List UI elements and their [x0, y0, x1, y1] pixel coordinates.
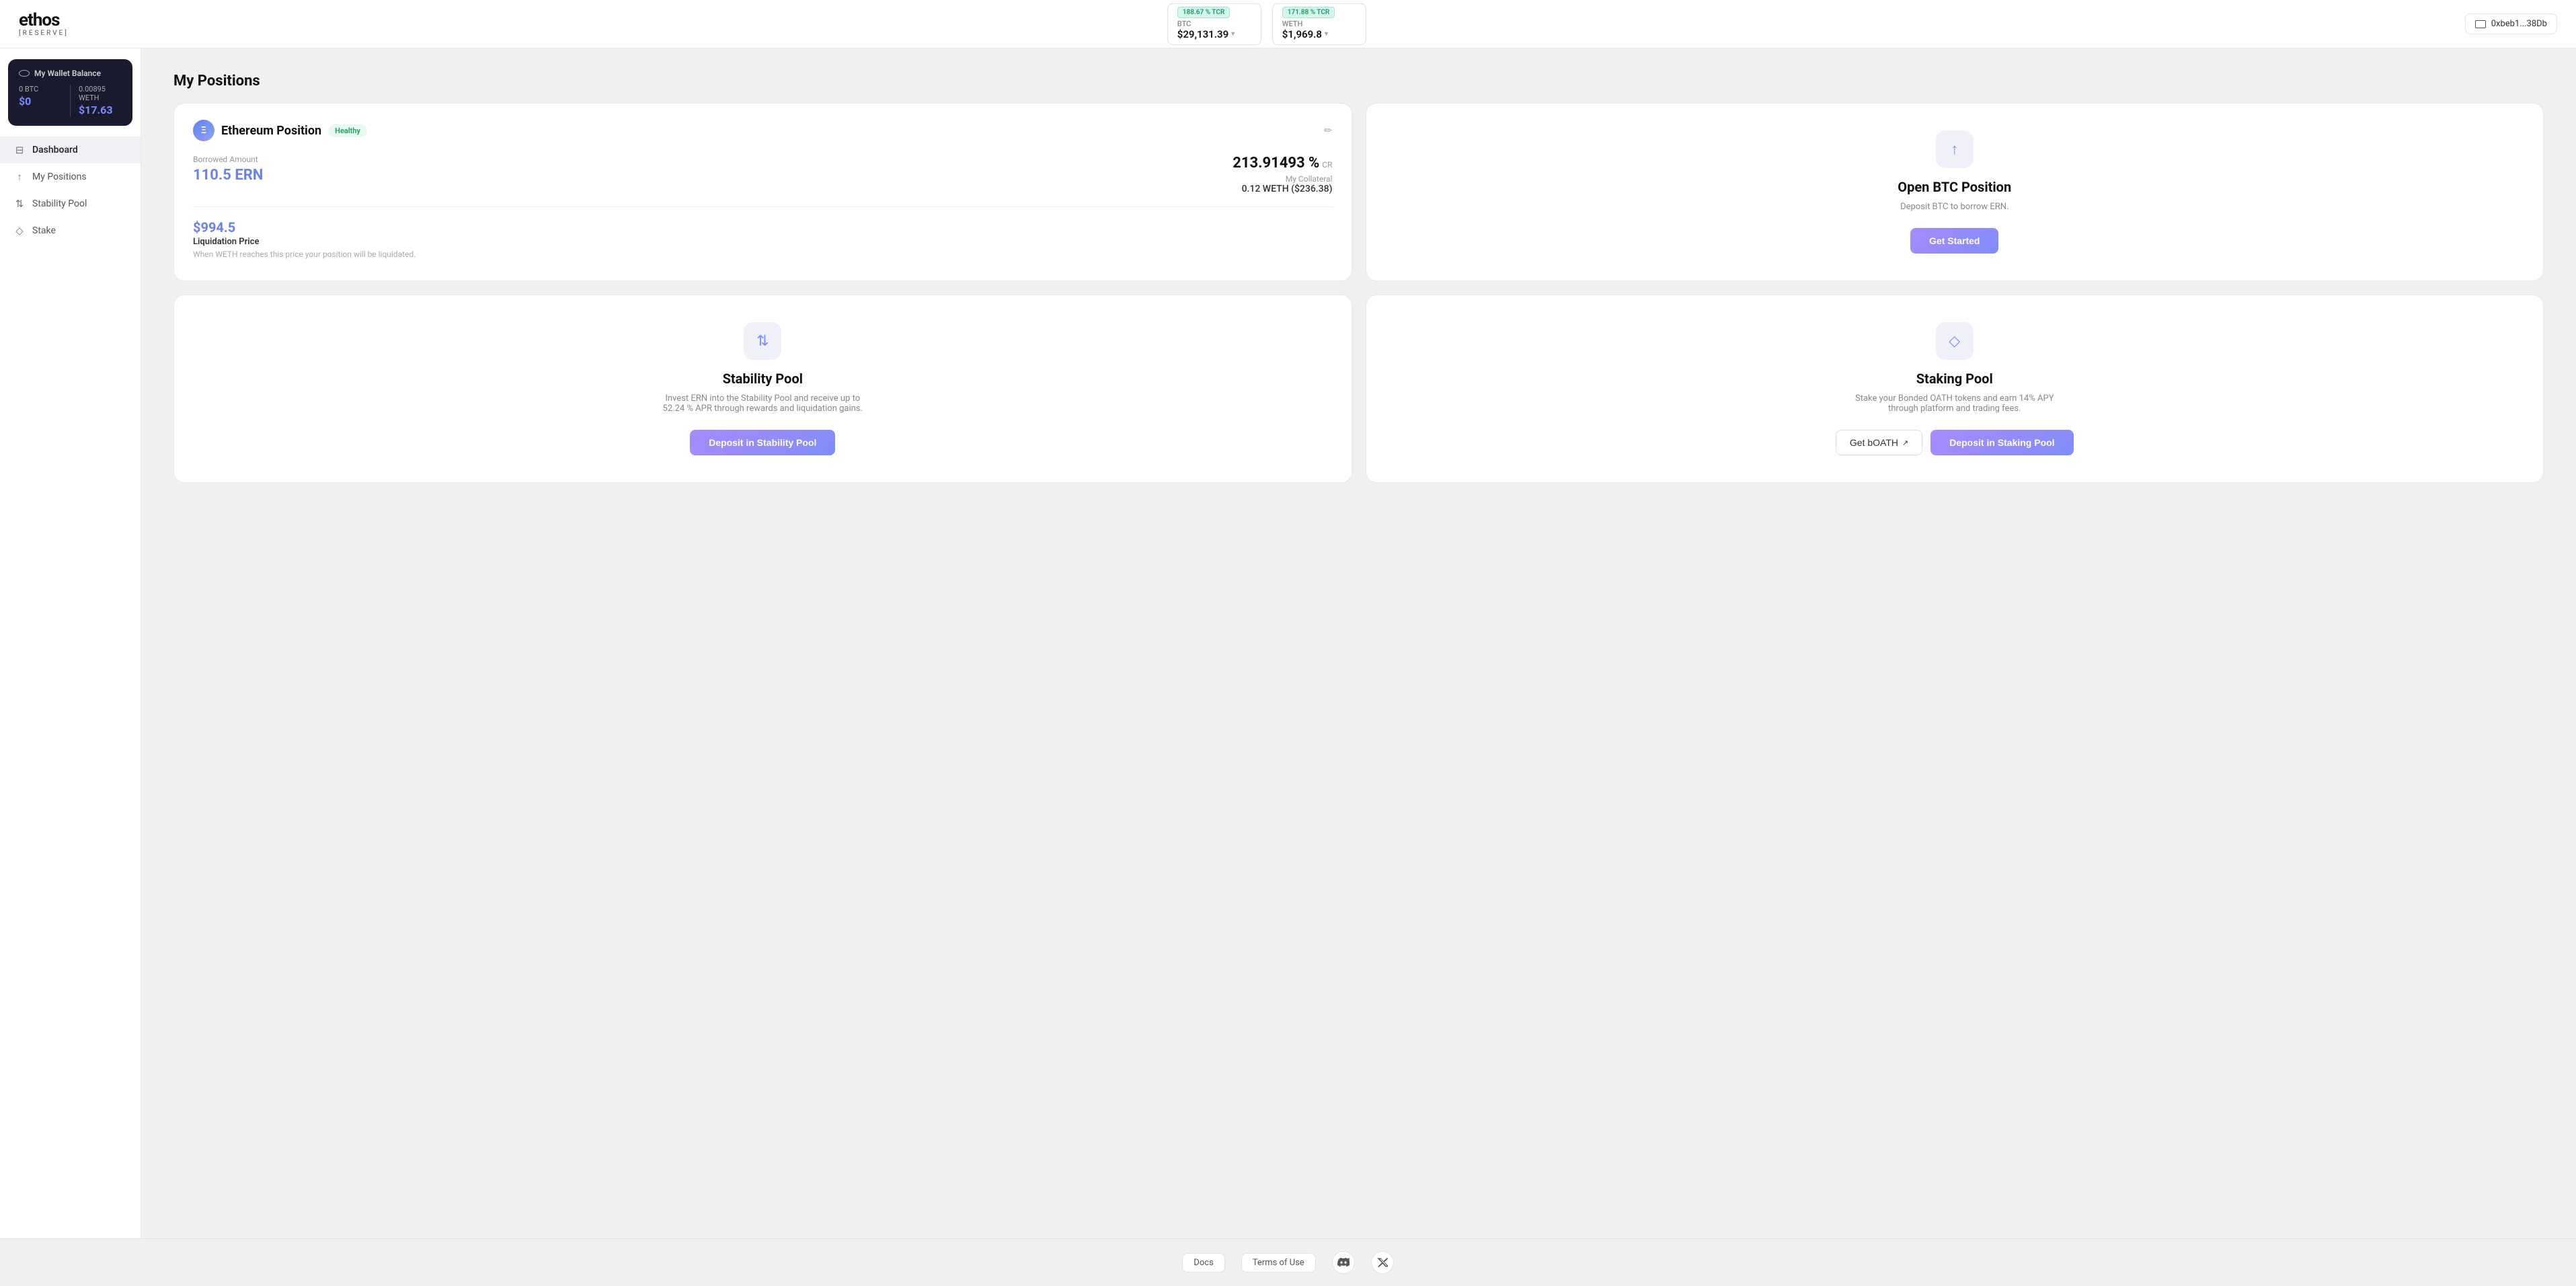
stability-pool-icon: ⇅ [13, 198, 26, 210]
collateral-value: 0.12 WETH ($236.38) [763, 184, 1332, 194]
btc-price-card[interactable]: 188.67 % TCR BTC $29,131.39 ▾ [1167, 3, 1261, 45]
btc-price: $29,131.39 ▾ [1177, 28, 1235, 40]
sidebar-item-my-positions-label: My Positions [32, 172, 87, 182]
twitter-icon[interactable] [1371, 1251, 1394, 1274]
wallet-weth-col: 0.00895 WETH $17.63 [79, 85, 122, 116]
get-boath-button[interactable]: Get bOATH ↗ [1836, 430, 1922, 455]
get-started-button[interactable]: Get Started [1910, 228, 1998, 254]
logo-subtitle: [RESERVE] [19, 30, 69, 37]
bottom-cards-row: ⇅ Stability Pool Invest ERN into the Sta… [173, 295, 2544, 483]
position-title: Ξ Ethereum Position Healthy [193, 120, 367, 141]
weth-price-card[interactable]: 171.88 % TCR WETH $1,969.8 ▾ [1272, 3, 1366, 45]
stake-icon: ◇ [13, 225, 26, 237]
wallet-amounts: 0 BTC $0 0.00895 WETH $17.63 [19, 85, 122, 116]
position-header: Ξ Ethereum Position Healthy ✏ [193, 120, 1333, 141]
liquidation-label: Liquidation Price [193, 237, 1333, 247]
wallet-weth-amount: 0.00895 WETH [79, 85, 122, 102]
stability-pool-card-icon: ⇅ [744, 322, 781, 360]
btc-up-arrow-icon: ↑ [1936, 130, 1974, 168]
cr-value-row: 213.91493 % CR [763, 155, 1332, 172]
btc-chevron-icon: ▾ [1231, 30, 1235, 38]
liquidation-desc: When WETH reaches this price your positi… [193, 250, 1333, 259]
staking-pool-card: ◇ Staking Pool Stake your Bonded OATH to… [1366, 295, 2544, 483]
page-title: My Positions [173, 73, 2544, 89]
liquidation-section: $994.5 Liquidation Price When WETH reach… [193, 219, 1333, 259]
ethereum-position-card: Ξ Ethereum Position Healthy ✏ Borrowed A… [173, 103, 1352, 281]
terms-of-use-link[interactable]: Terms of Use [1241, 1253, 1316, 1273]
logo: ethos [RESERVE] [19, 11, 69, 37]
wallet-divider [70, 85, 71, 116]
deposit-staking-pool-button[interactable]: Deposit in Staking Pool [1930, 430, 2073, 455]
weth-price: $1,969.8 ▾ [1282, 28, 1328, 40]
position-left: Borrowed Amount 110.5 ERN [193, 155, 763, 194]
stability-pool-desc: Invest ERN into the Stability Pool and r… [655, 393, 870, 414]
wallet-btc-amount: 0 BTC [19, 85, 62, 93]
cr-value: 213.91493 % [1233, 155, 1319, 172]
staking-pool-buttons: Get bOATH ↗ Deposit in Staking Pool [1836, 430, 2074, 455]
open-btc-title: Open BTC Position [1898, 179, 2011, 195]
sidebar-item-my-positions[interactable]: ↑ My Positions [0, 163, 141, 190]
wallet-btc-col: 0 BTC $0 [19, 85, 62, 108]
sidebar-item-stability-pool-label: Stability Pool [32, 198, 87, 209]
btc-label: BTC [1177, 20, 1192, 28]
logo-title: ethos [19, 11, 69, 29]
sidebar-item-dashboard-label: Dashboard [32, 145, 78, 155]
nav-prices: 188.67 % TCR BTC $29,131.39 ▾ 171.88 % T… [1167, 3, 1366, 45]
external-link-icon: ↗ [1902, 439, 1908, 447]
app-body: My Wallet Balance 0 BTC $0 0.00895 WETH … [0, 48, 2576, 1238]
top-nav: ethos [RESERVE] 188.67 % TCR BTC $29,131… [0, 0, 2576, 48]
wallet-btc-usd: $0 [19, 95, 62, 108]
wallet-balance-card: My Wallet Balance 0 BTC $0 0.00895 WETH … [8, 59, 132, 126]
eye-icon [19, 70, 30, 77]
weth-label: WETH [1282, 20, 1303, 28]
open-btc-card: ↑ Open BTC Position Deposit BTC to borro… [1366, 103, 2544, 281]
cr-label: CR [1322, 160, 1332, 169]
position-right: 213.91493 % CR My Collateral 0.12 WETH (… [763, 155, 1332, 194]
liquidation-price: $994.5 [193, 219, 1333, 235]
weth-chevron-icon: ▾ [1325, 30, 1328, 38]
footer: Docs Terms of Use [0, 1238, 2576, 1286]
wallet-address: 0xbeb1...38Db [2491, 19, 2547, 29]
my-positions-icon: ↑ [13, 171, 26, 183]
borrowed-amount: 110.5 ERN [193, 167, 763, 184]
ethereum-icon: Ξ [193, 120, 214, 141]
stability-pool-title: Stability Pool [723, 371, 803, 387]
edit-icon[interactable]: ✏ [1324, 124, 1333, 137]
btc-tcr-badge: 188.67 % TCR [1177, 7, 1230, 18]
weth-tcr-badge: 171.88 % TCR [1282, 7, 1335, 18]
staking-pool-title: Staking Pool [1916, 371, 1993, 387]
wallet-balance-header: My Wallet Balance [19, 69, 122, 78]
borrowed-label: Borrowed Amount [193, 155, 763, 164]
main-content: My Positions Ξ Ethereum Position Healthy… [141, 48, 2576, 1238]
wallet-icon [2475, 20, 2486, 28]
docs-link[interactable]: Docs [1182, 1253, 1224, 1273]
dashboard-icon: ⊟ [13, 144, 26, 156]
sidebar-item-stake-label: Stake [32, 225, 56, 236]
ethereum-position-label: Ethereum Position [221, 124, 321, 138]
staking-pool-desc: Stake your Bonded OATH tokens and earn 1… [1847, 393, 2062, 414]
sidebar-item-stability-pool[interactable]: ⇅ Stability Pool [0, 190, 141, 217]
sidebar-item-dashboard[interactable]: ⊟ Dashboard [0, 137, 141, 163]
sidebar: My Wallet Balance 0 BTC $0 0.00895 WETH … [0, 48, 141, 1238]
divider [193, 206, 1333, 207]
wallet-balance-label: My Wallet Balance [34, 69, 101, 78]
status-badge: Healthy [328, 124, 367, 137]
stability-pool-card: ⇅ Stability Pool Invest ERN into the Sta… [173, 295, 1352, 483]
staking-pool-card-icon: ◇ [1936, 322, 1974, 360]
discord-icon[interactable] [1332, 1251, 1355, 1274]
wallet-badge[interactable]: 0xbeb1...38Db [2465, 13, 2557, 34]
top-cards-row: Ξ Ethereum Position Healthy ✏ Borrowed A… [173, 103, 2544, 281]
wallet-weth-usd: $17.63 [79, 104, 122, 116]
open-btc-desc: Deposit BTC to borrow ERN. [1900, 202, 2008, 212]
position-grid: Borrowed Amount 110.5 ERN 213.91493 % CR… [193, 155, 1333, 194]
collateral-label: My Collateral [763, 174, 1332, 184]
deposit-stability-pool-button[interactable]: Deposit in Stability Pool [690, 430, 835, 455]
sidebar-item-stake[interactable]: ◇ Stake [0, 217, 141, 244]
